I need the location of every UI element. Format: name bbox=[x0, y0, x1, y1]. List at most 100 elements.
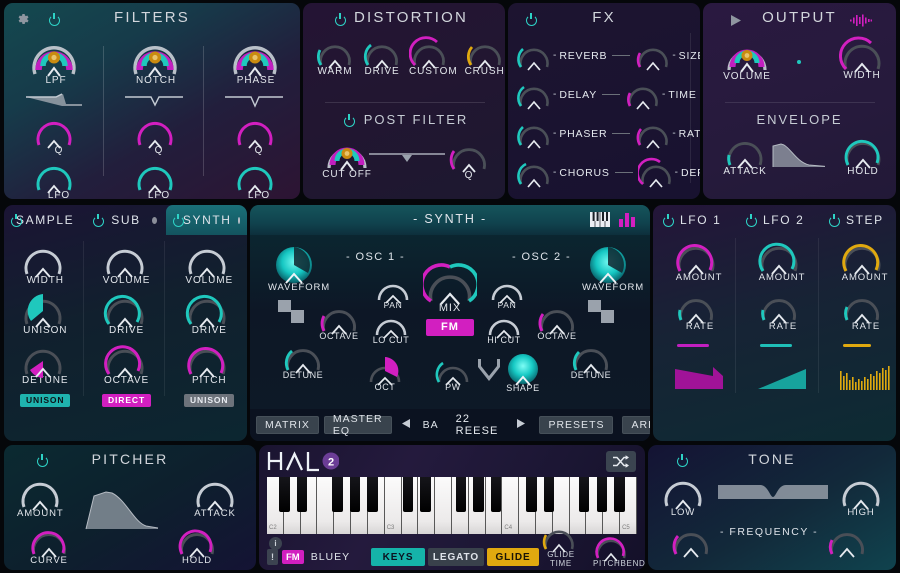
synth-drive-knob[interactable] bbox=[184, 291, 234, 329]
envelope-graph[interactable] bbox=[771, 138, 829, 173]
sample-width-knob[interactable] bbox=[20, 241, 70, 279]
pw-knob[interactable] bbox=[434, 355, 472, 387]
sub-power-icon[interactable] bbox=[93, 213, 105, 227]
synth-pitch-knob[interactable] bbox=[184, 341, 234, 379]
sample-mode-tag[interactable]: UNISON bbox=[20, 393, 71, 407]
post-filter-curve-slider[interactable] bbox=[369, 148, 445, 171]
phase-q-knob[interactable] bbox=[233, 114, 285, 150]
reverb-knob[interactable] bbox=[516, 40, 552, 72]
keys-button[interactable]: KEYS bbox=[371, 548, 425, 566]
step-header[interactable]: STEP bbox=[829, 205, 896, 235]
synth-mode-tag[interactable]: UNISON bbox=[184, 393, 235, 407]
piano-keys-icon[interactable] bbox=[590, 212, 610, 232]
lfo1-rate-knob[interactable] bbox=[675, 289, 725, 325]
synth-volume-knob[interactable] bbox=[184, 241, 234, 279]
bar-meter-icon[interactable] bbox=[619, 212, 638, 232]
cutoff-knob[interactable] bbox=[321, 134, 373, 172]
master-eq-button[interactable]: MASTER EQ bbox=[323, 413, 392, 437]
pitcher-envelope-graph[interactable] bbox=[84, 484, 162, 535]
envelope-hold-knob[interactable] bbox=[841, 134, 885, 170]
white-key[interactable]: C3 bbox=[384, 477, 402, 534]
osc1-octave-knob[interactable] bbox=[318, 300, 360, 336]
glide-time-knob[interactable] bbox=[541, 524, 581, 554]
pitcher-curve-knob[interactable] bbox=[28, 523, 70, 559]
waveform-icon[interactable] bbox=[850, 14, 872, 32]
step-rate-knob[interactable] bbox=[841, 289, 891, 325]
piano-keyboard[interactable]: C2 C3 C4 C5 bbox=[267, 477, 637, 534]
black-key[interactable] bbox=[614, 477, 625, 512]
post-filter-q-knob[interactable] bbox=[448, 138, 490, 174]
shape-knob[interactable] bbox=[502, 352, 544, 388]
step-sequence-graph[interactable] bbox=[839, 364, 891, 396]
osc1-waveform-knob[interactable] bbox=[268, 244, 330, 286]
lpf-knob[interactable] bbox=[26, 36, 86, 78]
notch-knob[interactable] bbox=[127, 36, 185, 78]
mix-knob[interactable] bbox=[423, 263, 477, 307]
sub-mode-tag[interactable]: DIRECT bbox=[102, 393, 152, 407]
phase-lfo-knob[interactable] bbox=[233, 159, 285, 195]
rate-knob[interactable] bbox=[635, 118, 671, 150]
synth-power-icon[interactable] bbox=[173, 213, 184, 227]
lfo1-shape-graph[interactable] bbox=[673, 365, 725, 396]
notch-lfo-knob[interactable] bbox=[133, 159, 185, 195]
bank-label[interactable]: BA bbox=[423, 419, 439, 431]
osc2-octave-knob[interactable] bbox=[536, 300, 578, 336]
lfo2-shape-graph[interactable] bbox=[756, 365, 808, 396]
black-key[interactable] bbox=[279, 477, 290, 512]
lfo1-power-icon[interactable] bbox=[663, 213, 674, 227]
osc1-step-wave-icon[interactable] bbox=[278, 299, 306, 330]
black-key[interactable] bbox=[420, 477, 431, 512]
black-key[interactable] bbox=[526, 477, 537, 512]
pitcher-hold-knob[interactable] bbox=[176, 523, 218, 559]
oct-knob[interactable] bbox=[366, 355, 404, 387]
osc2-detune-knob[interactable] bbox=[570, 339, 612, 375]
black-key[interactable] bbox=[578, 477, 590, 512]
matrix-button[interactable]: MATRIX bbox=[256, 416, 319, 434]
lpf-lfo-knob[interactable] bbox=[32, 159, 86, 195]
white-key[interactable]: C4 bbox=[502, 477, 520, 534]
depth-knob[interactable] bbox=[637, 157, 674, 189]
tone-curve-graph[interactable] bbox=[718, 483, 828, 512]
phaser-knob[interactable] bbox=[516, 118, 552, 150]
tone-high-knob[interactable] bbox=[838, 473, 884, 511]
pitchbend-knob[interactable] bbox=[593, 533, 635, 563]
phase-curve-slider[interactable] bbox=[225, 90, 285, 115]
osc2-pan-knob[interactable] bbox=[488, 273, 526, 305]
presets-button[interactable]: PRESETS bbox=[539, 416, 614, 434]
sample-detune-knob[interactable] bbox=[20, 341, 70, 379]
osc1-detune-knob[interactable] bbox=[282, 339, 324, 375]
warning-icon[interactable]: ! bbox=[267, 549, 278, 565]
pitcher-attack-knob[interactable] bbox=[192, 474, 238, 512]
black-key[interactable] bbox=[349, 477, 361, 512]
tone-low-freq-knob[interactable] bbox=[670, 523, 712, 559]
crush-knob[interactable] bbox=[465, 36, 505, 70]
tone-low-knob[interactable] bbox=[660, 473, 706, 511]
preset-name[interactable]: 22 REESE bbox=[456, 413, 499, 437]
notch-q-knob[interactable] bbox=[133, 114, 185, 150]
black-key[interactable] bbox=[473, 477, 484, 512]
output-volume-knob[interactable] bbox=[721, 36, 773, 74]
sub-volume-knob[interactable] bbox=[102, 241, 151, 279]
time-knob[interactable] bbox=[625, 79, 661, 111]
prev-preset-arrow-icon[interactable] bbox=[401, 416, 412, 434]
black-key[interactable] bbox=[296, 477, 308, 512]
black-key[interactable] bbox=[455, 477, 466, 512]
lfo2-header[interactable]: LFO 2 bbox=[746, 205, 824, 235]
size-knob[interactable] bbox=[635, 40, 671, 72]
warm-knob[interactable] bbox=[315, 36, 355, 70]
shuffle-icon[interactable] bbox=[606, 451, 636, 472]
delay-knob[interactable] bbox=[516, 79, 552, 111]
lpf-curve-slider[interactable] bbox=[26, 90, 86, 115]
lfo2-amount-knob[interactable] bbox=[756, 238, 808, 276]
sidebar-item-sample[interactable]: SAMPLE bbox=[4, 205, 84, 235]
step-amount-knob[interactable] bbox=[839, 238, 891, 276]
black-key[interactable] bbox=[543, 477, 555, 512]
envelope-attack-knob[interactable] bbox=[723, 134, 767, 170]
custom-knob[interactable] bbox=[409, 36, 458, 70]
pitcher-amount-knob[interactable] bbox=[17, 474, 64, 512]
lpf-q-knob[interactable] bbox=[32, 114, 86, 150]
step-power-icon[interactable] bbox=[829, 213, 840, 227]
triangle-wave-icon[interactable] bbox=[477, 357, 501, 388]
drive-knob[interactable] bbox=[362, 36, 402, 70]
sidebar-item-synth[interactable]: SYNTH bbox=[166, 205, 247, 235]
